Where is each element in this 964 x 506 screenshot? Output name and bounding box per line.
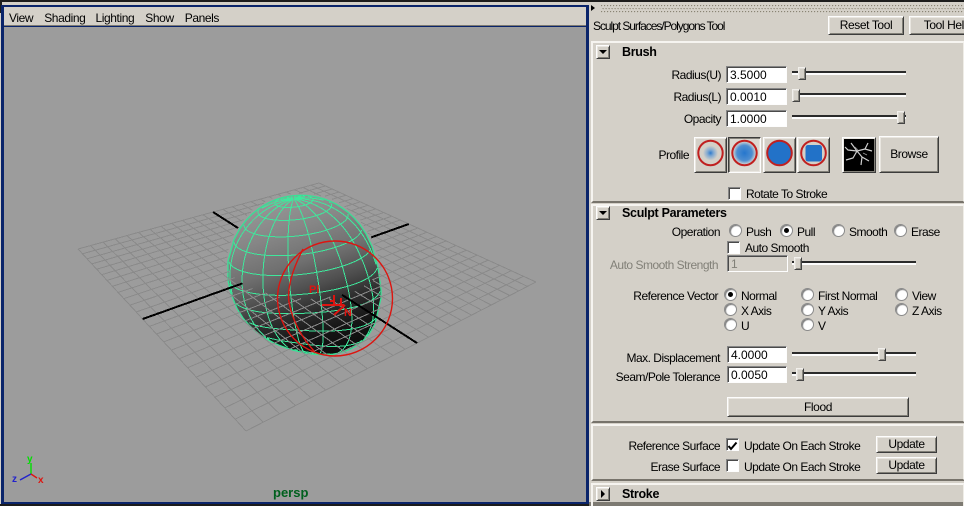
svg-text:persp: persp (273, 485, 308, 500)
svg-text:N: N (344, 307, 352, 319)
svg-text:Pl: Pl (309, 284, 319, 296)
svg-text:y: y (27, 454, 33, 465)
svg-text:x: x (38, 475, 44, 486)
svg-text:z: z (12, 474, 17, 485)
